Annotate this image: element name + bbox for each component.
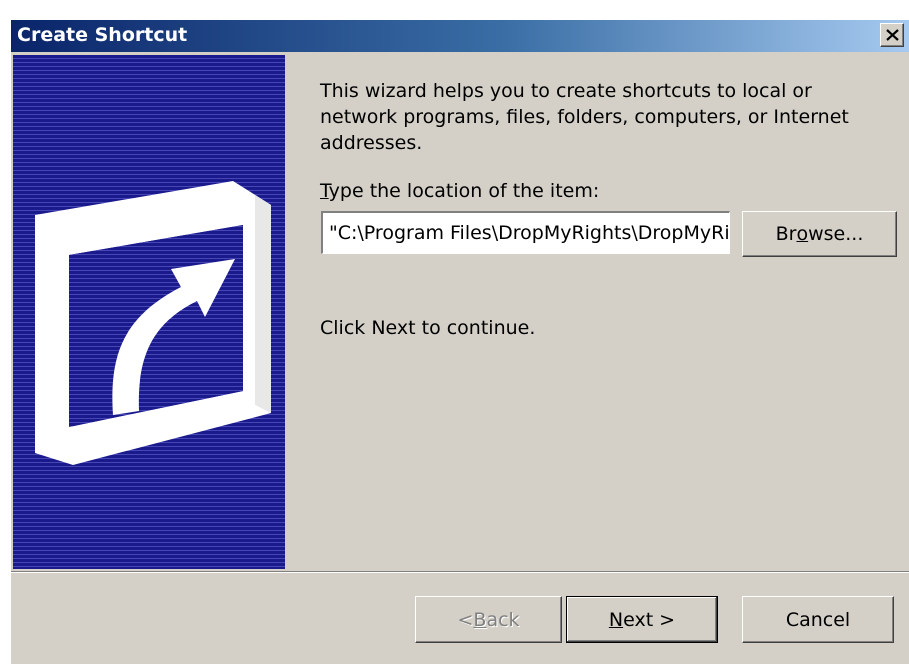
next-button[interactable]: Next > (566, 596, 718, 643)
cancel-button[interactable]: Cancel (742, 596, 894, 643)
continue-instruction: Click Next to continue. (320, 317, 536, 339)
close-icon (886, 29, 899, 41)
close-button[interactable] (880, 23, 904, 47)
location-input[interactable]: "C:\Program Files\DropMyRights\DropMyRig… (321, 211, 730, 254)
wizard-description: This wizard helps you to create shortcut… (320, 80, 849, 154)
location-label: Type the location of the item: (320, 180, 600, 202)
window-title: Create Shortcut (17, 24, 188, 46)
title-bar[interactable]: Create Shortcut (11, 20, 909, 52)
footer-separator-highlight (11, 572, 909, 573)
create-shortcut-dialog: Create Shortcut This wizard helps you to… (10, 20, 909, 664)
back-button[interactable]: < Back (415, 596, 562, 643)
wizard-banner (13, 55, 285, 569)
browse-button[interactable]: Br o wse... (742, 211, 897, 257)
shortcut-arrow-icon (35, 181, 271, 465)
